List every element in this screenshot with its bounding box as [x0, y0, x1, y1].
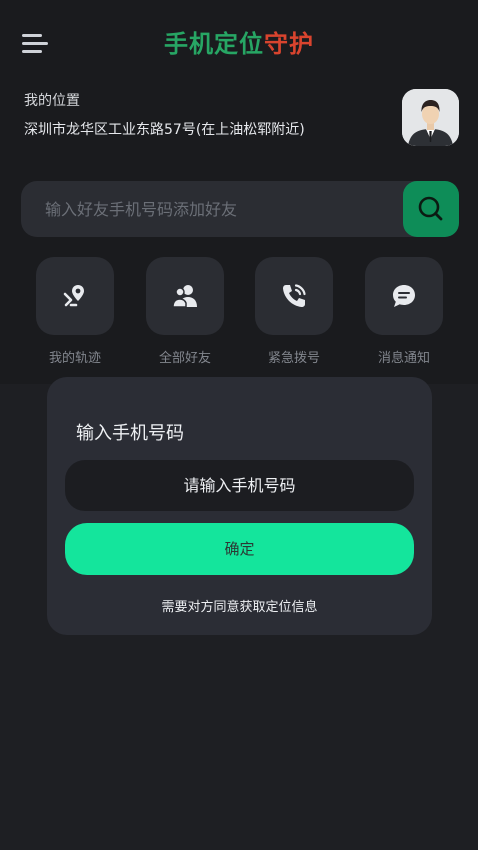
phone-input-dialog: 输入手机号码 确定 需要对方同意获取定位信息	[47, 377, 432, 635]
action-tile[interactable]	[36, 257, 114, 335]
app-title-part2: 守护	[264, 30, 314, 58]
action-label: 我的轨迹	[48, 351, 101, 366]
action-tile[interactable]	[255, 257, 333, 335]
friends-icon	[172, 285, 197, 308]
search-button[interactable]	[403, 181, 459, 237]
action-my-track[interactable]: 我的轨迹	[36, 257, 114, 366]
route-icon	[63, 285, 84, 307]
action-label: 全部好友	[158, 351, 211, 366]
avatar[interactable]	[402, 89, 459, 146]
search-icon	[418, 196, 443, 221]
dialog-note: 需要对方同意获取定位信息	[161, 600, 318, 615]
friend-phone-search-input[interactable]	[45, 181, 405, 237]
action-all-friends[interactable]: 全部好友	[146, 257, 224, 366]
phone-icon	[283, 284, 306, 307]
action-label: 紧急拨号	[267, 351, 320, 366]
app-screen: 手机定位守护 我的位置 深圳市龙华区工业东路57号(在上油松郓附近) 输入好友手…	[0, 0, 478, 850]
message-icon	[393, 285, 415, 307]
avatar-person-icon	[402, 89, 459, 146]
app-title-part1: 手机定位	[164, 30, 264, 58]
app-title: 手机定位守护	[0, 24, 478, 59]
confirm-button[interactable]: 确定	[65, 523, 414, 575]
location-label: 我的位置	[24, 93, 80, 109]
action-tile[interactable]	[146, 257, 224, 335]
action-notifications[interactable]: 消息通知	[365, 257, 443, 366]
dialog-title: 输入手机号码	[76, 423, 184, 444]
action-emergency-call[interactable]: 紧急拨号	[255, 257, 333, 366]
search-bar	[21, 181, 459, 237]
location-address: 深圳市龙华区工业东路57号(在上油松郓附近)	[24, 122, 305, 138]
action-tile[interactable]	[365, 257, 443, 335]
action-label: 消息通知	[377, 351, 430, 366]
phone-number-input[interactable]	[65, 460, 414, 511]
